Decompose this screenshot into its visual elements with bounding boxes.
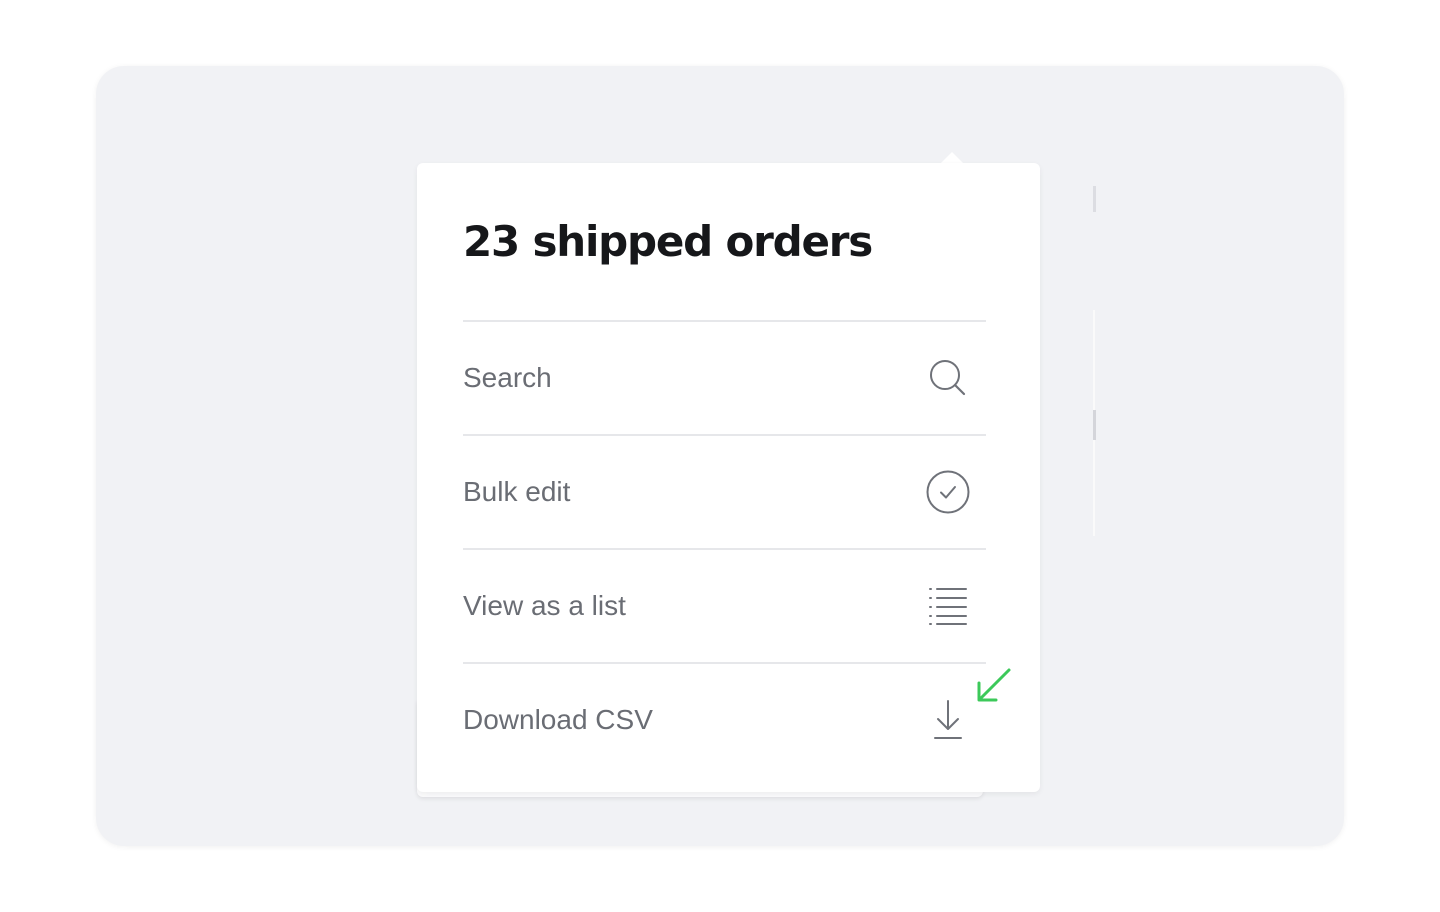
menu-item-view-as-list[interactable]: View as a list xyxy=(463,548,986,662)
menu-item-label: Download CSV xyxy=(463,704,653,735)
menu-item-search[interactable]: Search xyxy=(463,320,986,434)
check-circle-icon[interactable] xyxy=(924,468,972,516)
download-icon[interactable] xyxy=(924,696,972,744)
arrow-down-left-icon xyxy=(972,667,1014,705)
actions-popover: 23 shipped orders Search Bulk edit View … xyxy=(417,163,1040,792)
menu-item-label: Search xyxy=(463,362,552,393)
popover-title: 23 shipped orders xyxy=(463,217,873,266)
menu-item-label: Bulk edit xyxy=(463,476,571,507)
menu-item-download-csv[interactable]: Download CSV xyxy=(463,662,986,776)
search-icon[interactable] xyxy=(924,354,972,402)
menu-item-bulk-edit[interactable]: Bulk edit xyxy=(463,434,986,548)
menu-item-label: View as a list xyxy=(463,590,626,621)
actions-menu: Search Bulk edit View as a list Download… xyxy=(463,320,986,776)
background-content xyxy=(1093,410,1096,440)
background-content xyxy=(1093,186,1096,212)
list-icon[interactable] xyxy=(924,582,972,630)
